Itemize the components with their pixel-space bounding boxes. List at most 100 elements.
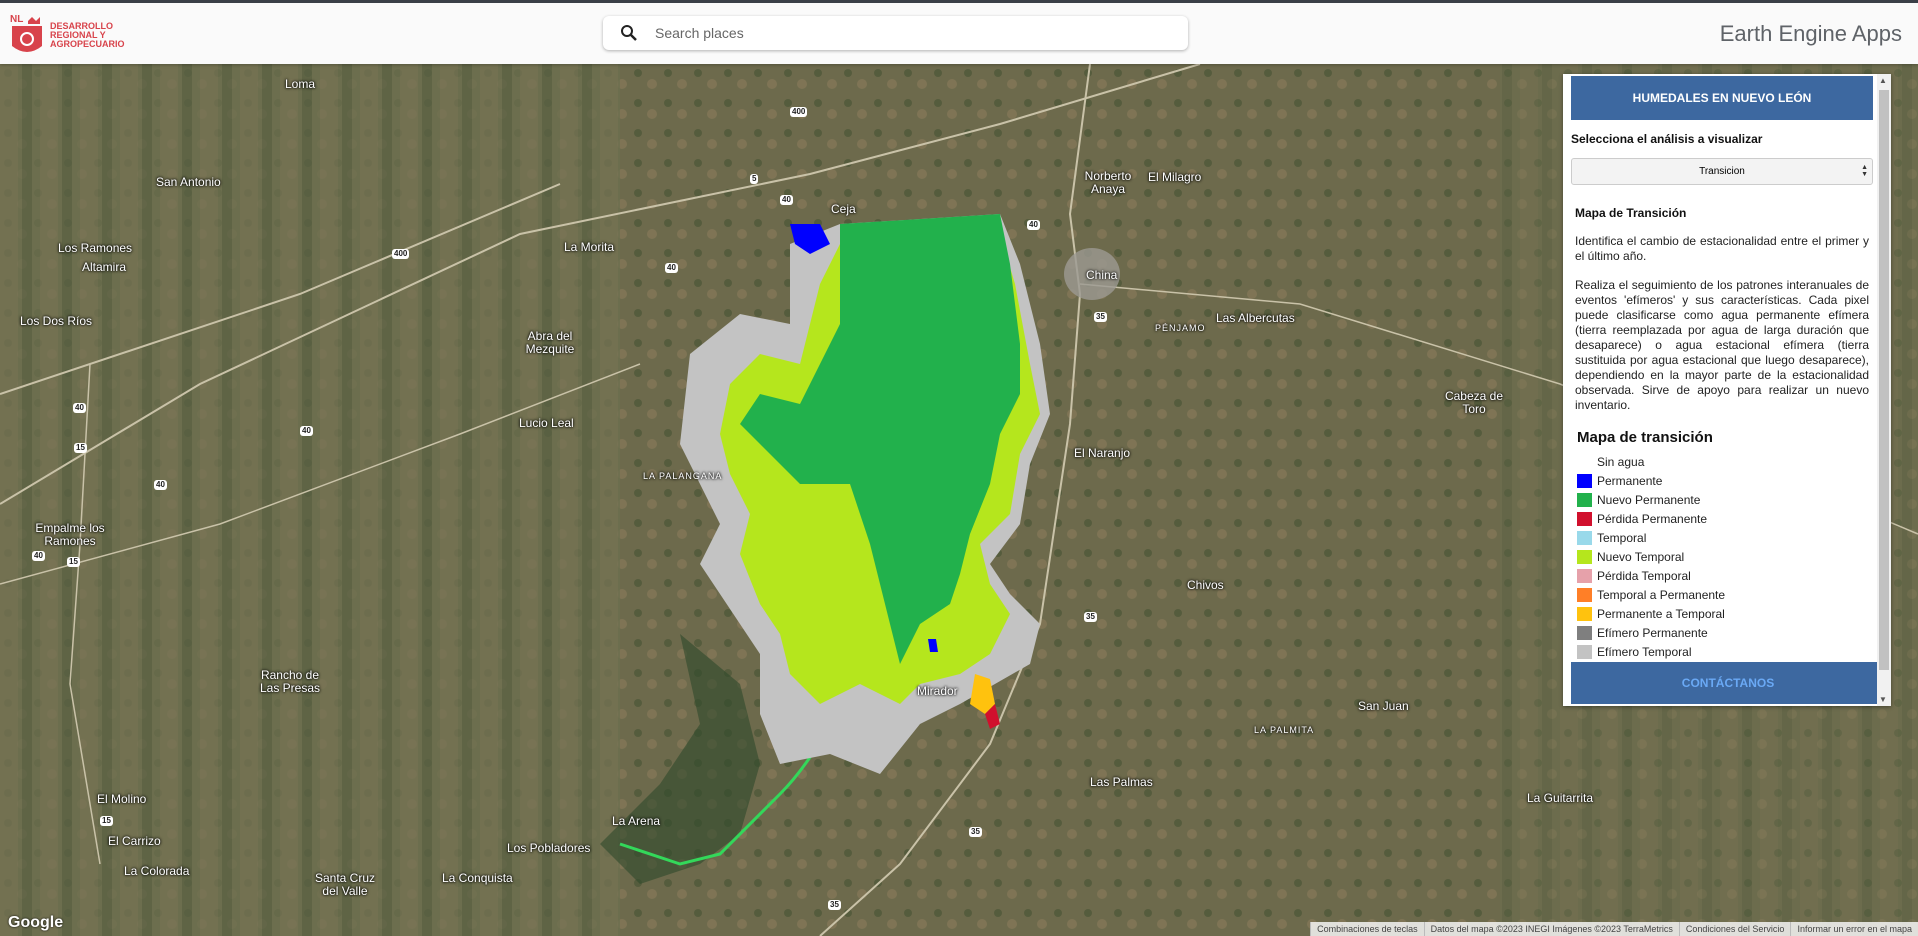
highway-shield: 15 (67, 557, 80, 567)
legend-swatch (1577, 606, 1592, 621)
place-label: Empalme los Ramones (35, 521, 105, 548)
place-label: La Conquista (442, 871, 513, 885)
place-label: El Naranjo (1074, 446, 1131, 460)
highway-shield: 5 (750, 174, 759, 184)
keyboard-shortcuts-link[interactable]: Combinaciones de teclas (1310, 922, 1424, 936)
highway-shield: 40 (154, 480, 167, 490)
place-label: Los Pobladores (507, 841, 591, 855)
report-error-link[interactable]: Informar un error en el mapa (1790, 922, 1918, 936)
place-label: El Milagro (1148, 170, 1202, 184)
legend-item: Nuevo Temporal (1577, 547, 1873, 566)
place-label: San Juan (1358, 699, 1409, 713)
legend-label: Temporal (1597, 530, 1647, 545)
panel-scrollbar[interactable]: ▲ ▼ (1877, 74, 1891, 706)
highway-shield: 15 (100, 816, 113, 826)
place-label: La Arena (612, 814, 661, 828)
search-icon (621, 25, 637, 41)
place-label: Santa Cruz del Valle (314, 871, 376, 898)
place-label: La Morita (564, 240, 615, 254)
place-label: LA PALMITA (1254, 725, 1315, 735)
analysis-select[interactable]: Transicion ▲ ▼ (1571, 158, 1873, 185)
terms-link[interactable]: Condiciones del Servicio (1678, 922, 1791, 936)
place-label: China (1086, 268, 1118, 282)
highway-shield: 35 (828, 900, 841, 910)
highway-shield: 40 (1027, 220, 1040, 230)
highway-shield: 35 (969, 827, 982, 837)
highway-shield: 15 (74, 443, 87, 453)
legend-label: Pérdida Permanente (1597, 511, 1708, 526)
highway-shield: 400 (790, 107, 808, 117)
place-label: Abra del Mezquite (525, 329, 575, 356)
place-label: Chivos (1187, 578, 1224, 592)
place-label: Loma (285, 77, 316, 91)
legend-item: Efímero Permanente (1577, 623, 1873, 642)
place-label: Lucio Leal (519, 416, 574, 430)
contact-button[interactable]: CONTÁCTANOS (1571, 662, 1885, 704)
legend-swatch (1577, 511, 1592, 526)
logo-line-3: AGROPECUARIO (50, 38, 125, 49)
legend-swatch (1577, 625, 1592, 640)
place-label: Mirador (917, 684, 958, 698)
legend-item: Efímero Temporal (1577, 642, 1873, 661)
scroll-down-icon[interactable]: ▼ (1879, 695, 1887, 704)
highway-shield: 35 (1084, 612, 1097, 622)
legend-label: Efímero Permanente (1597, 625, 1708, 640)
place-label: PÉNJAMO (1155, 323, 1206, 333)
place-label: La Guitarrita (1527, 791, 1594, 805)
description-paragraph-1: Identifica el cambio de estacionalidad e… (1575, 234, 1869, 263)
select-label: Selecciona el análisis a visualizar (1571, 132, 1763, 146)
place-label: Norberto Anaya (1084, 169, 1132, 196)
legend-label: Pérdida Temporal (1597, 568, 1691, 583)
place-label: Altamira (82, 260, 127, 274)
place-label: El Carrizo (108, 834, 161, 848)
google-logo: Google (8, 914, 64, 931)
logo-prefix: NL (10, 14, 23, 25)
legend-item: Nuevo Permanente (1577, 490, 1873, 509)
place-label: LA PALANGANA (643, 471, 723, 481)
map-data-credit: Datos del mapa ©2023 INEGI Imágenes ©202… (1423, 922, 1679, 936)
place-label: Ceja (831, 202, 856, 216)
highway-shield: 40 (32, 551, 45, 561)
search-input[interactable] (653, 24, 1157, 42)
analysis-select-value: Transicion (1699, 166, 1745, 177)
legend-swatch (1577, 492, 1592, 507)
legend-label: Efímero Temporal (1597, 644, 1692, 659)
place-label: La Colorada (124, 864, 190, 878)
place-label: Los Dos Ríos (20, 314, 93, 328)
logo-shield-icon: NL (10, 12, 44, 58)
legend-label: Temporal a Permanente (1597, 587, 1726, 602)
legend-title: Mapa de transición (1577, 429, 1713, 446)
legend-item: Pérdida Temporal (1577, 566, 1873, 585)
scroll-thumb[interactable] (1879, 90, 1889, 670)
legend-label: Permanente a Temporal (1597, 606, 1725, 621)
logo-text: DESARROLLO REGIONAL Y AGROPECUARIO (50, 21, 130, 49)
description-paragraph-2: Realiza el seguimiento de los patrones i… (1575, 278, 1869, 412)
highway-shield: 40 (780, 195, 793, 205)
legend: Sin agua Permanente Nuevo Permanente Pérdid… (1571, 452, 1873, 661)
place-label: Cabeza de Toro (1444, 389, 1504, 416)
legend-swatch (1577, 549, 1592, 564)
place-label: El Molino (97, 792, 147, 806)
legend-item: Temporal (1577, 528, 1873, 547)
legend-item: Permanente a Temporal (1577, 604, 1873, 623)
legend-label: Nuevo Temporal (1597, 549, 1685, 564)
top-bar: NL DESARROLLO REGIONAL Y AGROPECUARIO Ea… (0, 0, 1918, 64)
select-arrows-icon: ▲ ▼ (1861, 164, 1868, 178)
panel-header: HUMEDALES EN NUEVO LEÓN (1571, 76, 1873, 120)
legend-swatch (1577, 473, 1592, 488)
search-box[interactable] (603, 16, 1188, 50)
legend-swatch (1577, 454, 1592, 469)
legend-item: Sin agua (1577, 452, 1873, 471)
legend-swatch (1577, 568, 1592, 583)
highway-shield: 400 (392, 249, 410, 259)
place-label: Las Palmas (1090, 775, 1153, 789)
legend-label: Sin agua (1597, 454, 1645, 469)
scroll-up-icon[interactable]: ▲ (1879, 76, 1887, 85)
highway-shield: 35 (1094, 312, 1107, 322)
description-title: Mapa de Transición (1575, 206, 1687, 220)
highway-shield: 40 (73, 403, 86, 413)
place-label: Las Albercutas (1216, 311, 1295, 325)
side-panel: HUMEDALES EN NUEVO LEÓN Selecciona el an… (1563, 74, 1891, 706)
app-title: Earth Engine Apps (1719, 21, 1902, 46)
highway-shield: 40 (665, 263, 678, 273)
